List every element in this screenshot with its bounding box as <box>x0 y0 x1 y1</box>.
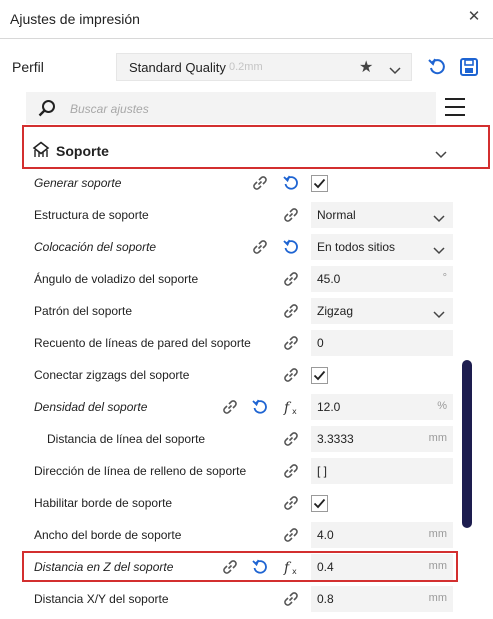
setting-unit: ° <box>442 272 447 284</box>
setting-value: 4.0 <box>317 528 334 542</box>
setting-unit: % <box>437 400 447 412</box>
setting-unit: mm <box>428 432 447 444</box>
close-icon[interactable]: ✕ <box>466 9 482 25</box>
profile-label: Perfil <box>12 59 44 75</box>
link-icon[interactable] <box>282 462 300 485</box>
formula-icon[interactable]: fx <box>282 398 300 421</box>
chevron-down-icon <box>433 210 445 228</box>
setting-label: Distancia de línea del soporte <box>47 432 206 446</box>
setting-label: Conectar zigzags del soporte <box>34 368 190 382</box>
setting-value: Normal <box>317 208 356 222</box>
reset-icon[interactable] <box>282 174 300 197</box>
svg-text:f: f <box>283 400 292 416</box>
link-icon[interactable] <box>282 494 300 517</box>
z-distance-highlight <box>22 551 458 582</box>
setting-label: Recuento de líneas de pared del soporte <box>34 336 251 350</box>
link-icon[interactable] <box>282 334 300 357</box>
setting-dropdown[interactable]: Normal <box>311 202 453 228</box>
window-title: Ajustes de impresión <box>10 11 140 27</box>
setting-unit: mm <box>428 592 447 604</box>
setting-input[interactable]: [ ] <box>311 458 453 484</box>
check-icon <box>311 367 328 389</box>
search-input[interactable]: Buscar ajustes <box>70 102 149 116</box>
link-icon[interactable] <box>251 238 269 261</box>
setting-checkbox[interactable] <box>311 175 328 192</box>
save-icon[interactable] <box>459 57 479 77</box>
setting-input[interactable]: 4.0 mm <box>311 522 453 548</box>
reset-icon[interactable] <box>282 238 300 261</box>
setting-checkbox[interactable] <box>311 367 328 384</box>
search-icon <box>38 99 56 122</box>
setting-label: Distancia X/Y del soporte <box>34 592 169 606</box>
svg-text:x: x <box>292 407 297 416</box>
reset-profile-icon[interactable] <box>427 57 447 77</box>
setting-label: Densidad del soporte <box>34 400 148 414</box>
setting-label: Habilitar borde de soporte <box>34 496 173 510</box>
setting-value: 45.0 <box>317 272 341 286</box>
setting-input[interactable]: 0.8 mm <box>311 586 453 612</box>
setting-value: 3.3333 <box>317 432 354 446</box>
setting-dropdown[interactable]: En todos sitios <box>311 234 453 260</box>
chevron-down-icon <box>433 306 445 324</box>
link-icon[interactable] <box>251 174 269 197</box>
scrollbar[interactable] <box>462 360 472 528</box>
setting-value: 12.0 <box>317 400 341 414</box>
setting-dropdown[interactable]: Zigzag <box>311 298 453 324</box>
menu-icon[interactable] <box>445 98 465 116</box>
setting-label: Colocación del soporte <box>34 240 157 254</box>
setting-input[interactable]: 3.3333 mm <box>311 426 453 452</box>
setting-value: En todos sitios <box>317 240 396 254</box>
profile-name: Standard Quality <box>129 60 226 75</box>
profile-select[interactable]: Standard Quality 0.2mm ★ <box>116 53 412 81</box>
setting-label: Generar soporte <box>34 176 122 190</box>
setting-label: Dirección de línea de relleno de soporte <box>34 464 247 478</box>
check-icon <box>311 495 328 517</box>
setting-value: Zigzag <box>317 304 354 318</box>
chevron-down-icon <box>433 242 445 260</box>
setting-unit: mm <box>428 528 447 540</box>
star-icon[interactable]: ★ <box>359 57 373 77</box>
setting-label: Ancho del borde de soporte <box>34 528 182 542</box>
link-icon[interactable] <box>282 366 300 389</box>
setting-input[interactable]: 12.0% <box>311 394 453 420</box>
setting-label: Ángulo de voladizo del soporte <box>34 272 199 286</box>
chevron-down-icon[interactable] <box>435 146 447 164</box>
setting-checkbox[interactable] <box>311 495 328 512</box>
reset-icon[interactable] <box>251 398 269 421</box>
profile-layer-height: 0.2mm <box>229 61 263 73</box>
category-label[interactable]: Soporte <box>56 143 109 159</box>
support-icon <box>32 141 50 164</box>
link-icon[interactable] <box>282 270 300 293</box>
link-icon[interactable] <box>282 430 300 453</box>
setting-label: Patrón del soporte <box>34 304 133 318</box>
setting-input[interactable]: 0 <box>311 330 453 356</box>
setting-input[interactable]: 45.0 ° <box>311 266 453 292</box>
chevron-down-icon[interactable] <box>389 62 401 80</box>
link-icon[interactable] <box>282 302 300 325</box>
setting-value: 0.8 <box>317 592 334 606</box>
setting-label: Estructura de soporte <box>34 208 149 222</box>
setting-value: [ ] <box>317 464 328 478</box>
link-icon[interactable] <box>221 398 239 421</box>
link-icon[interactable] <box>282 206 300 229</box>
search-bar[interactable]: Buscar ajustes <box>26 92 436 124</box>
link-icon[interactable] <box>282 526 300 549</box>
setting-value: 0 <box>317 336 324 350</box>
check-icon <box>311 175 328 197</box>
link-icon[interactable] <box>282 590 300 613</box>
